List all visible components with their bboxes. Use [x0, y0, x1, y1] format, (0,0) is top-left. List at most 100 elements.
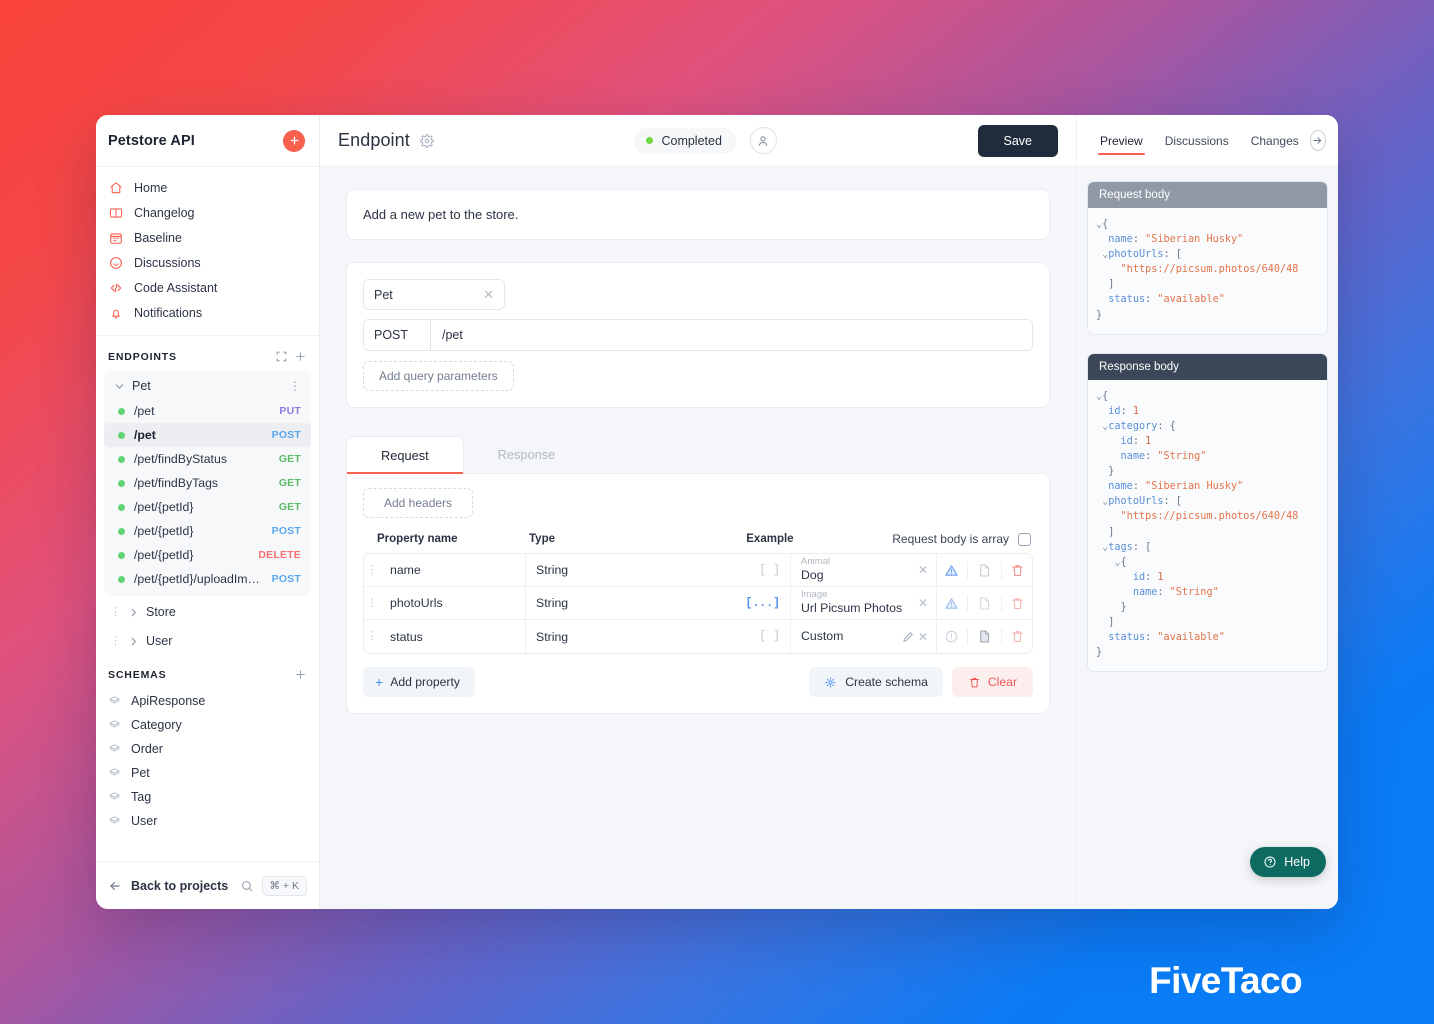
- endpoint-item[interactable]: /pet/{petId} DELETE: [104, 543, 311, 567]
- property-example-cell[interactable]: Animal Dog ✕: [791, 554, 937, 586]
- document-outline-icon[interactable]: [977, 596, 992, 611]
- array-bracket-toggle[interactable]: [ ]: [759, 564, 780, 577]
- sidebar-item-baseline[interactable]: Baseline: [96, 225, 319, 250]
- example-value: Url Picsum Photos: [801, 601, 903, 616]
- add-headers-button[interactable]: Add headers: [363, 488, 474, 518]
- drag-handle-icon[interactable]: ⋮: [364, 554, 380, 586]
- add-schema-icon[interactable]: [294, 668, 307, 681]
- drag-handle-icon[interactable]: ⋮: [364, 587, 380, 619]
- back-to-projects-button[interactable]: Back to projects: [108, 879, 232, 893]
- group-more-icon[interactable]: ⋮: [289, 380, 301, 392]
- property-example-cell[interactable]: Image Url Picsum Photos ✕: [791, 587, 937, 619]
- endpoint-item[interactable]: /pet/{petId} GET: [104, 495, 311, 519]
- endpoint-group-user[interactable]: ⋮ User: [104, 628, 311, 654]
- property-example-cell[interactable]: Custom ✕: [791, 620, 937, 653]
- status-badge[interactable]: Completed: [634, 127, 736, 154]
- endpoint-item[interactable]: /pet/{petId}/uploadImage POST: [104, 567, 311, 591]
- add-project-button[interactable]: [283, 129, 305, 152]
- table-row: ⋮ photoUrls String [...] Image Url Picsu…: [364, 587, 1032, 620]
- endpoint-item[interactable]: /pet/findByTags GET: [104, 471, 311, 495]
- tab-request[interactable]: Request: [346, 436, 464, 474]
- document-outline-icon[interactable]: [977, 563, 992, 578]
- response-body-code[interactable]: ⌄{ id: 1 ⌄category: { id: 1 name: "Strin…: [1088, 379, 1327, 672]
- tab-response[interactable]: Response: [464, 436, 590, 474]
- clear-example-icon[interactable]: ✕: [918, 563, 928, 577]
- property-type-cell[interactable]: String [ ]: [526, 620, 791, 653]
- tab-discussions[interactable]: Discussions: [1154, 117, 1240, 164]
- warning-icon[interactable]: [944, 596, 959, 611]
- help-button[interactable]: Help: [1250, 847, 1326, 877]
- schema-item-category[interactable]: Category: [96, 713, 319, 737]
- property-name-cell[interactable]: photoUrls: [380, 587, 526, 619]
- clear-example-icon[interactable]: ✕: [918, 630, 928, 644]
- add-property-button[interactable]: + Add property: [363, 667, 475, 697]
- schema-item-pet[interactable]: Pet: [96, 761, 319, 785]
- endpoint-description[interactable]: Add a new pet to the store.: [346, 189, 1050, 240]
- sidebar-item-home[interactable]: Home: [96, 175, 319, 200]
- property-type-cell[interactable]: String [ ]: [526, 554, 791, 586]
- drag-handle-icon[interactable]: ⋮: [364, 620, 380, 653]
- path-input[interactable]: /pet: [431, 319, 1033, 351]
- create-schema-button[interactable]: Create schema: [809, 667, 943, 697]
- request-body-is-array-checkbox[interactable]: [1018, 532, 1031, 546]
- endpoint-method: POST: [271, 525, 301, 537]
- drag-handle-icon[interactable]: ⋮: [110, 606, 121, 618]
- tab-changes[interactable]: Changes: [1240, 117, 1310, 164]
- endpoint-tag-field[interactable]: Pet ✕: [363, 279, 505, 310]
- edit-example-icon[interactable]: [902, 631, 914, 643]
- tab-preview[interactable]: Preview: [1089, 117, 1154, 164]
- schema-item-user[interactable]: User: [96, 809, 319, 833]
- endpoint-group-header[interactable]: Pet ⋮: [104, 373, 311, 399]
- endpoint-group-label: User: [146, 634, 173, 648]
- sidebar-item-code-assistant[interactable]: Code Assistant: [96, 275, 319, 300]
- add-endpoint-icon[interactable]: [294, 350, 307, 363]
- save-button[interactable]: Save: [977, 124, 1059, 157]
- info-icon[interactable]: [944, 629, 959, 644]
- endpoint-item[interactable]: /pet/findByStatus GET: [104, 447, 311, 471]
- endpoint-path: /pet/{petId}: [134, 500, 194, 514]
- sidebar-item-notifications[interactable]: Notifications: [96, 300, 319, 325]
- schemas-section-title: SCHEMAS: [108, 668, 167, 681]
- endpoint-group-store[interactable]: ⋮ Store: [104, 599, 311, 625]
- add-query-parameters-button[interactable]: Add query parameters: [363, 361, 514, 391]
- delete-icon[interactable]: [1010, 596, 1025, 611]
- warning-icon[interactable]: [944, 563, 959, 578]
- gear-icon[interactable]: [420, 133, 434, 148]
- search-shortcut-badge[interactable]: ⌘ + K: [261, 875, 307, 896]
- endpoint-method: GET: [278, 453, 301, 465]
- clear-example-icon[interactable]: ✕: [918, 596, 928, 610]
- property-name-cell[interactable]: name: [380, 554, 526, 586]
- avatar[interactable]: [749, 127, 777, 154]
- property-name-cell[interactable]: status: [380, 620, 526, 653]
- schema-item-tag[interactable]: Tag: [96, 785, 319, 809]
- schema-icon: [825, 676, 836, 688]
- status-dot: [118, 503, 125, 511]
- search-icon[interactable]: [240, 879, 254, 893]
- delete-icon[interactable]: [1010, 629, 1025, 644]
- delete-icon[interactable]: [1010, 563, 1025, 578]
- endpoint-config-card: Pet ✕ POST /pet Add query parameters: [346, 262, 1050, 408]
- schema-item-order[interactable]: Order: [96, 737, 319, 761]
- request-body-is-array-toggle[interactable]: Request body is array: [892, 532, 1033, 546]
- status-dot: [118, 431, 125, 439]
- drag-handle-icon[interactable]: ⋮: [110, 635, 121, 647]
- endpoint-item-selected[interactable]: /pet POST: [104, 423, 311, 447]
- array-bracket-toggle[interactable]: [...]: [745, 597, 780, 610]
- endpoint-item[interactable]: /pet/{petId} POST: [104, 519, 311, 543]
- property-type-cell[interactable]: String [...]: [526, 587, 791, 619]
- sidebar-item-discussions[interactable]: Discussions: [96, 250, 319, 275]
- method-select[interactable]: POST: [363, 319, 431, 351]
- collapse-panel-icon[interactable]: [1309, 130, 1326, 151]
- sidebar-item-changelog[interactable]: Changelog: [96, 200, 319, 225]
- schemas-section-header: SCHEMAS: [96, 654, 319, 689]
- status-dot: [118, 455, 125, 463]
- document-filled-icon[interactable]: [977, 629, 992, 644]
- schema-item-apiresponse[interactable]: ApiResponse: [96, 689, 319, 713]
- remove-tag-icon[interactable]: ✕: [483, 287, 494, 303]
- array-bracket-toggle[interactable]: [ ]: [759, 630, 780, 643]
- endpoint-path: /pet/{petId}: [134, 548, 194, 562]
- endpoint-item[interactable]: /pet PUT: [104, 399, 311, 423]
- expand-icon[interactable]: [275, 350, 288, 363]
- clear-button[interactable]: Clear: [951, 667, 1033, 697]
- request-body-code[interactable]: ⌄{ name: "Siberian Husky" ⌄photoUrls: [ …: [1088, 208, 1327, 334]
